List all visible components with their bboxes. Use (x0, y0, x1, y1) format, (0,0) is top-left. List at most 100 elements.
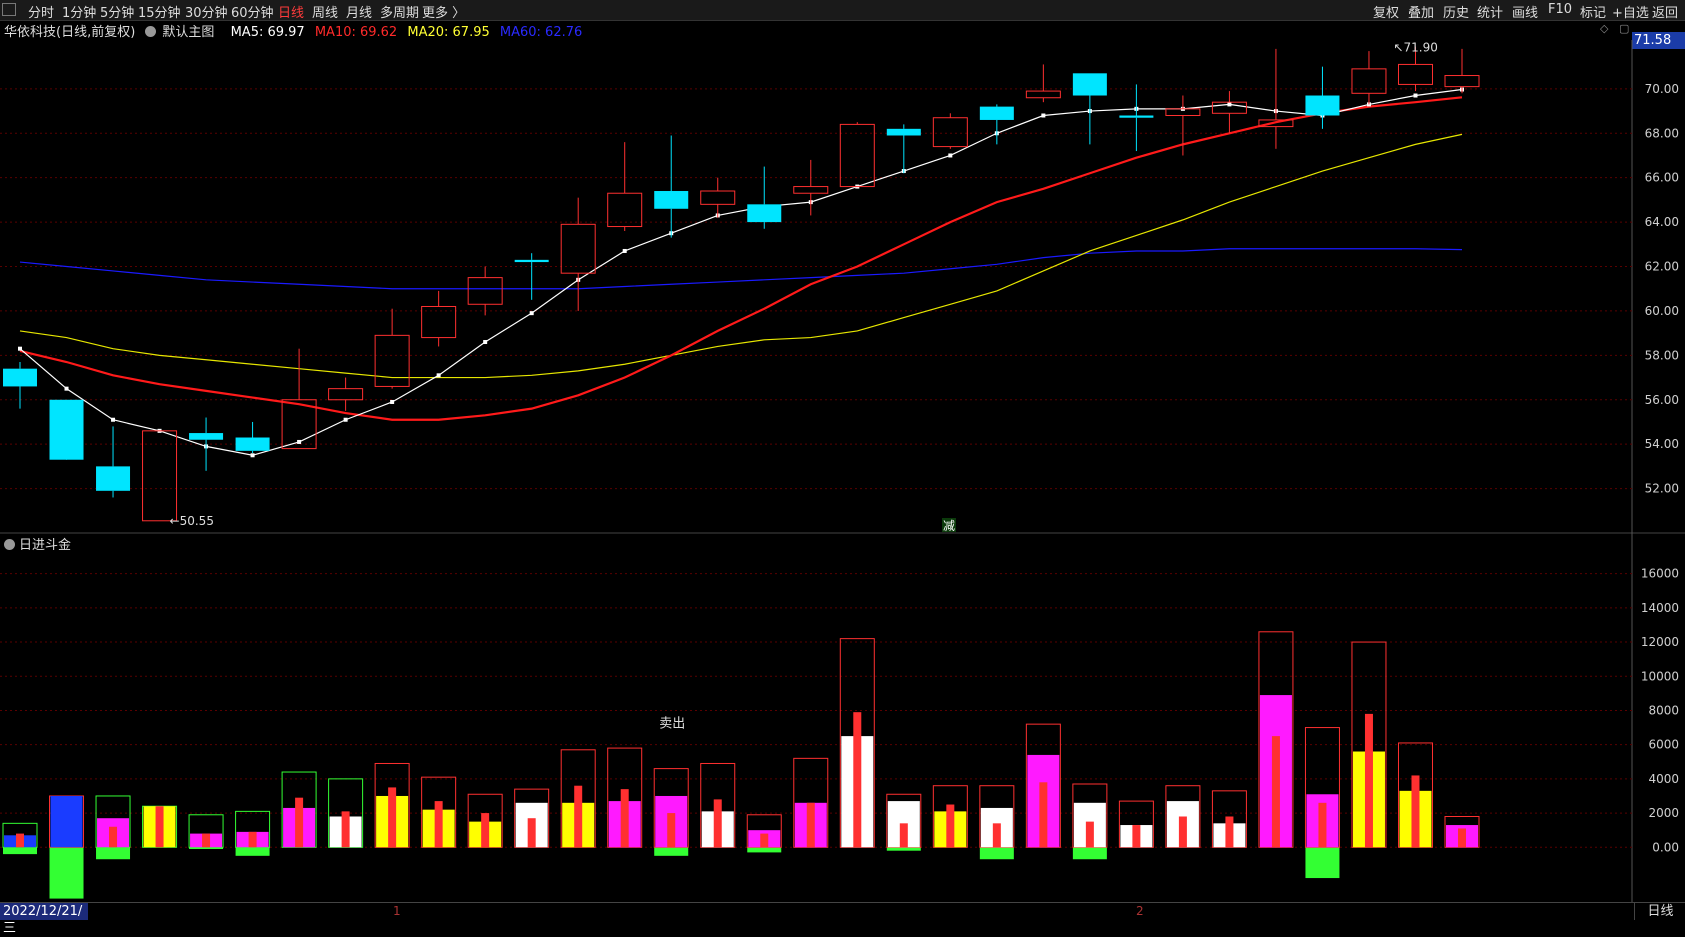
price-tick-label: 54.00 (1645, 437, 1679, 451)
ma20-line (19, 133, 1463, 379)
ma5-point (1041, 113, 1046, 118)
indicator-center-bar (667, 813, 676, 848)
indicator-center-bar (620, 789, 629, 848)
candle-body-down (1305, 95, 1340, 116)
indicator-center-bar (527, 818, 536, 848)
candle-body-up (793, 186, 829, 194)
ma5-point (111, 417, 116, 422)
indicator-title: 日进斗金 (19, 538, 72, 553)
chart-canvas[interactable]: 70.00 68.00 66.00 64.00 62.00 60.00 58.00 56.00… (0, 0, 1685, 920)
ma10-line (19, 96, 1463, 421)
indicator-tick-label: 10000 (1641, 669, 1679, 683)
indicator-center-bar (713, 799, 722, 848)
candle-body-up (607, 192, 643, 228)
ma5-point (622, 248, 627, 253)
indicator-center-bar (1458, 828, 1466, 848)
indicator-center-bar (853, 712, 862, 848)
candle-body-down (49, 399, 84, 460)
indicator-center-bar (248, 831, 257, 848)
candle-body-up (560, 223, 596, 274)
candle-body-down (96, 466, 131, 491)
candle-body-down (1119, 115, 1154, 118)
indicator-center-bar (1085, 821, 1094, 848)
indicator-center-bar (760, 833, 769, 848)
candle-body-down (1072, 73, 1107, 96)
price-tick-label: 68.00 (1645, 126, 1679, 140)
indicator-center-bar (388, 787, 397, 848)
price-tick-label: 58.00 (1645, 348, 1679, 362)
candle-body-down (514, 259, 549, 263)
candle-body-up (700, 190, 736, 205)
indicator-center-bar (434, 801, 443, 848)
candle-body-up (1025, 90, 1061, 99)
indicator-negative-bar (747, 847, 782, 853)
ma5-point (297, 439, 302, 444)
chevron-down-icon (4, 539, 15, 550)
signal-marker: 减 (943, 519, 955, 533)
indicator-negative-bar (886, 847, 921, 851)
candle-body-up (467, 277, 503, 305)
indicator-negative-bar (96, 847, 131, 860)
candle-body-down (3, 368, 37, 387)
ma5-point (250, 453, 255, 458)
indicator-tick-label: 16000 (1641, 567, 1679, 581)
price-tick-label: 60.00 (1645, 304, 1679, 318)
ma60-line (19, 248, 1463, 290)
indicator-center-bar (481, 813, 490, 848)
month-label: 1 (393, 904, 401, 918)
indicator-center-bar (1411, 775, 1420, 848)
candle-body-down (747, 204, 782, 223)
indicator-center-bar (155, 806, 164, 848)
ma5-point (64, 386, 69, 391)
ma5-point (343, 417, 348, 422)
indicator-tick-label: 8000 (1648, 703, 1679, 717)
candle-body-up (1444, 75, 1480, 88)
time-axis (0, 902, 1685, 921)
ma5-point (390, 399, 395, 404)
low-price-annotation: ←50.55 (170, 514, 214, 528)
indicator-center-bar (1271, 736, 1280, 848)
indicator-center-bar (806, 802, 815, 848)
period-indicator[interactable]: 日线 (1634, 903, 1685, 920)
candle-body-down (979, 106, 1014, 120)
price-tick-label: 66.00 (1645, 171, 1679, 185)
indicator-tick-label: 0.00 (1652, 840, 1679, 854)
candle-body-down (189, 433, 224, 440)
indicator-center-bar (574, 785, 583, 848)
indicator-center-bar (992, 823, 1001, 848)
indicator-tick-label: 6000 (1648, 738, 1679, 752)
indicator-center-bar (1364, 713, 1373, 848)
candle-body-up (1397, 63, 1433, 85)
indicator-center-bar (899, 823, 908, 848)
month-label: 2 (1136, 904, 1144, 918)
indicator-center-bar (295, 797, 304, 848)
indicator-fill-bar (50, 795, 83, 848)
ma5-point (529, 311, 534, 316)
candle-body-up (374, 334, 410, 387)
candle-body-up (1351, 68, 1387, 94)
candle-body-down (886, 128, 921, 136)
ma5-point (18, 346, 22, 351)
indicator-center-bar (202, 833, 211, 848)
indicator-center-bar (109, 826, 118, 848)
indicator-center-bar (946, 804, 955, 848)
indicator-negative-bar (1072, 847, 1107, 860)
price-tick-label: 56.00 (1645, 393, 1679, 407)
ma5-point (1413, 93, 1418, 98)
indicator-negative-bar (49, 847, 84, 899)
indicator-panel-header[interactable]: 日进斗金 (4, 534, 71, 553)
indicator-tick-label: 12000 (1641, 635, 1679, 649)
indicator-tick-label: 4000 (1648, 772, 1679, 786)
ma5-point (1227, 102, 1232, 107)
price-tick-label: 64.00 (1645, 215, 1679, 229)
indicator-center-bar (16, 833, 24, 848)
indicator-center-bar (1039, 782, 1048, 848)
indicator-negative-bar (235, 847, 270, 856)
indicator-negative-bar (654, 847, 689, 856)
ma5-point (948, 153, 953, 158)
candle-body-up (328, 388, 364, 401)
indicator-negative-bar (1305, 847, 1340, 879)
ma5-line (19, 88, 1463, 456)
indicator-tick-label: 14000 (1641, 601, 1679, 615)
high-price-annotation: ↖71.90 (1393, 41, 1437, 55)
